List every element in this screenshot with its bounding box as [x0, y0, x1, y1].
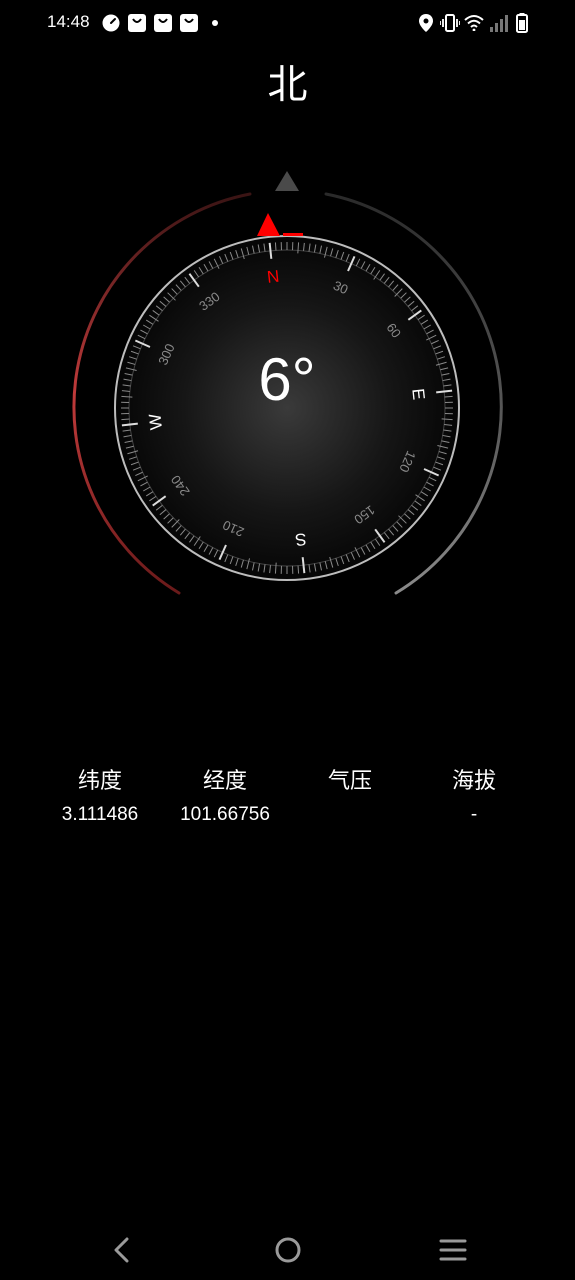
vibrate-icon	[440, 14, 460, 32]
altitude-block: 海拔 -	[399, 766, 549, 830]
status-bar: 14:48	[0, 0, 575, 46]
location-info: 纬度 3.111486 经度 101.66756 气压 海拔 -	[0, 766, 575, 836]
wifi-icon	[464, 14, 484, 31]
degree-readout: 6°	[258, 346, 316, 413]
shopping-bag-icon	[180, 14, 198, 32]
signal-icon	[490, 14, 508, 32]
navigation-bar	[0, 1222, 575, 1278]
cardinal-e: E	[408, 388, 428, 401]
home-icon	[275, 1237, 301, 1263]
back-button[interactable]	[94, 1222, 150, 1278]
home-button[interactable]	[260, 1222, 316, 1278]
battery-icon	[516, 13, 528, 33]
cardinal-n: N	[266, 267, 280, 287]
shopping-bag-icon	[154, 14, 172, 32]
cardinal-s: S	[294, 529, 307, 549]
menu-icon	[439, 1239, 467, 1261]
dot-icon	[211, 19, 219, 27]
altitude-label: 海拔	[451, 769, 496, 794]
direction-heading: 北	[267, 62, 308, 108]
location-icon	[419, 14, 433, 32]
speedometer-icon	[102, 14, 120, 32]
back-icon	[114, 1237, 129, 1263]
menu-button[interactable]	[425, 1222, 481, 1278]
altitude-value: -	[470, 804, 478, 825]
north-indicator-icon	[257, 213, 280, 236]
fixed-pointer-icon	[275, 171, 299, 191]
cardinal-w: W	[145, 413, 166, 431]
shopping-bag-icon	[128, 14, 146, 32]
status-time: 14:48	[47, 12, 90, 31]
